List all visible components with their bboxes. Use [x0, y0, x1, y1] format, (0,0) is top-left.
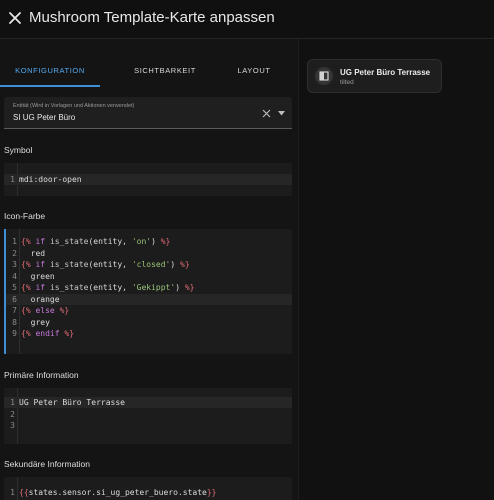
- code-line[interactable]: 7 {% else %}: [6, 305, 292, 316]
- tab-konfiguration[interactable]: KONFIGURATION: [0, 60, 100, 87]
- line-number: 6: [12, 294, 17, 304]
- card-primary-text: UG Peter Büro Terrasse: [340, 68, 431, 77]
- code-line[interactable]: 5 {% if is_state(entity, 'Gekippt') %}: [6, 282, 292, 293]
- code-text: grey: [21, 317, 50, 327]
- tab-bar: KONFIGURATION SICHTBARKEIT LAYOUT: [0, 60, 298, 87]
- line-number: 3: [10, 421, 15, 430]
- primary-info-editor[interactable]: 1 UG Peter Büro Terrasse 2 3: [4, 388, 292, 444]
- code-line[interactable]: 9 {% endif %}: [6, 328, 292, 339]
- line-number: 7: [12, 306, 17, 315]
- tab-layout[interactable]: LAYOUT: [210, 60, 298, 87]
- card-secondary-text: tilted: [340, 79, 354, 86]
- code-line[interactable]: 8 grey: [6, 317, 292, 328]
- code-text: green: [21, 271, 55, 281]
- primary-info-label: Primäre Information: [4, 370, 79, 380]
- line-number: 1: [10, 488, 15, 497]
- secondary-info-label: Sekundäre Information: [4, 459, 90, 469]
- code-line[interactable]: 1 mdi:door-open: [4, 174, 292, 185]
- line-number: 1: [10, 175, 15, 184]
- line-number: 2: [12, 248, 17, 258]
- entity-field-value: SI UG Peter Büro: [13, 113, 76, 122]
- icon-color-label: Icon-Farbe: [4, 211, 46, 221]
- panel-divider: [298, 39, 299, 500]
- code-text: {% if is_state(entity, 'on') %}: [21, 237, 171, 246]
- entity-field-label: Entität (Wird in Vorlagen und Aktionen v…: [13, 103, 135, 109]
- line-number: 9: [12, 329, 17, 338]
- icon-color-editor[interactable]: 1 {% if is_state(entity, 'on') %} 2 red 3 {%…: [4, 229, 292, 354]
- code-line[interactable]: 6 orange: [6, 293, 292, 305]
- code-line[interactable]: 2: [4, 409, 292, 420]
- preview-card[interactable]: UG Peter Büro Terrasse tilted: [307, 59, 442, 93]
- editor-panel: KONFIGURATION SICHTBARKEIT LAYOUT Entitä…: [0, 39, 298, 500]
- code-text: orange: [21, 294, 60, 304]
- symbol-editor[interactable]: 1 mdi:door-open: [4, 163, 292, 196]
- door-window-icon: [319, 71, 329, 81]
- code-text: {{states.sensor.si_ug_peter_buero.state}…: [19, 488, 217, 497]
- secondary-info-editor[interactable]: 1 {{states.sensor.si_ug_peter_buero.state…: [4, 477, 292, 500]
- code-line[interactable]: 2 red: [6, 248, 292, 259]
- code-text: {% endif %}: [21, 329, 75, 338]
- code-text: red: [21, 248, 46, 258]
- line-number: 1: [10, 398, 15, 407]
- line-number: 5: [12, 283, 17, 292]
- code-line[interactable]: 4 green: [6, 271, 292, 282]
- code-line[interactable]: 3: [4, 420, 292, 431]
- code-text: mdi:door-open: [19, 175, 82, 184]
- clear-icon[interactable]: [262, 109, 271, 118]
- line-number: 4: [12, 271, 17, 281]
- line-number: 2: [10, 409, 15, 419]
- code-line[interactable]: 1 UG Peter Büro Terrasse: [4, 397, 292, 408]
- code-text: UG Peter Büro Terrasse: [19, 398, 125, 407]
- code-line[interactable]: 1 {% if is_state(entity, 'on') %}: [6, 236, 292, 247]
- card-icon-badge: [315, 67, 333, 85]
- close-icon[interactable]: [4, 7, 26, 29]
- page-title: Mushroom Template-Karte anpassen: [29, 9, 275, 26]
- entity-select[interactable]: Entität (Wird in Vorlagen und Aktionen v…: [4, 97, 292, 129]
- line-number: 3: [12, 260, 17, 269]
- symbol-label: Symbol: [4, 145, 33, 155]
- line-number: 8: [12, 317, 17, 327]
- app-header: Mushroom Template-Karte anpassen: [0, 0, 494, 39]
- code-text: {% else %}: [21, 306, 70, 315]
- code-line[interactable]: 1 {{states.sensor.si_ug_peter_buero.state…: [4, 487, 292, 498]
- code-text: {% if is_state(entity, 'Gekippt') %}: [21, 283, 195, 292]
- line-number: 1: [12, 237, 17, 246]
- code-line[interactable]: 3 {% if is_state(entity, 'closed') %}: [6, 259, 292, 270]
- code-text: {% if is_state(entity, 'closed') %}: [21, 260, 190, 269]
- caret-down-icon[interactable]: [278, 111, 285, 116]
